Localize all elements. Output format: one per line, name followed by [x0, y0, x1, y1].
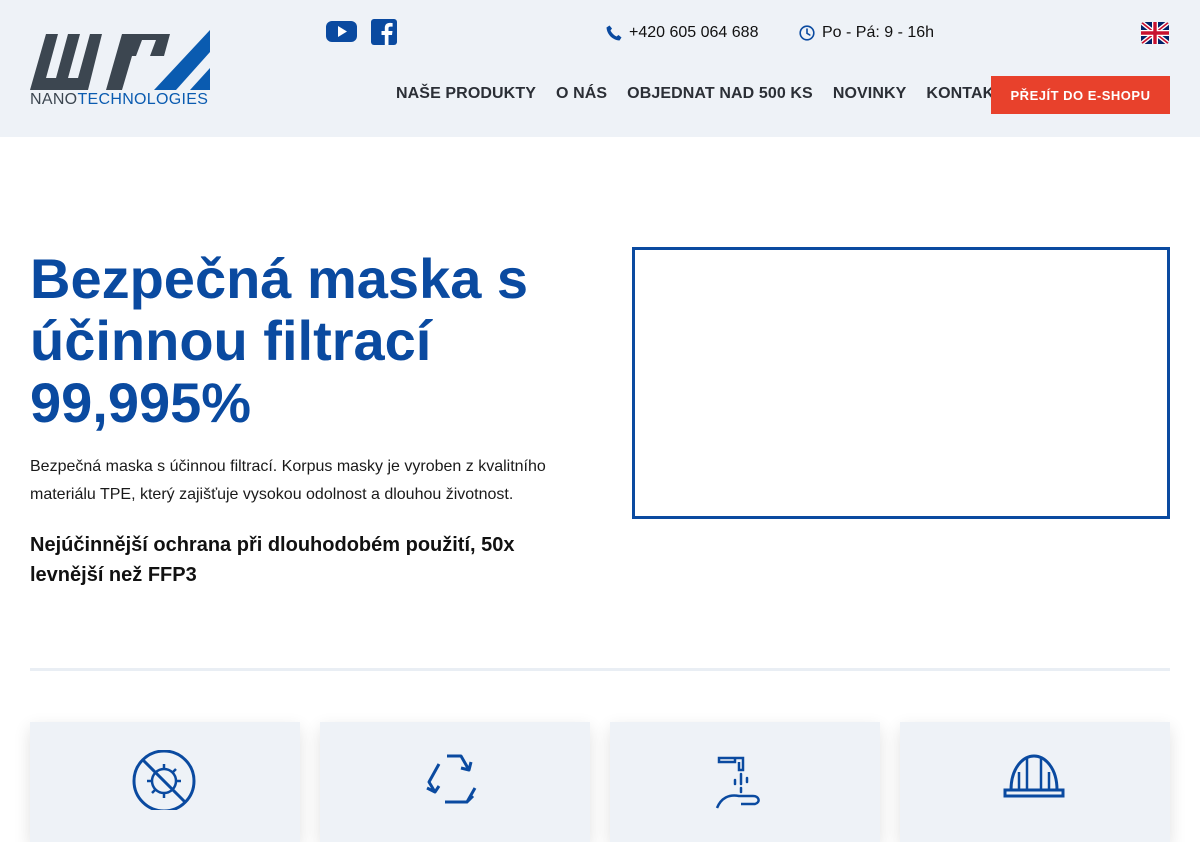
main-navigation: NAŠE PRODUKTY O NÁS OBJEDNAT NAD 500 KS …	[396, 85, 1015, 103]
nav-item-bulk-order[interactable]: OBJEDNAT NAD 500 KS	[627, 85, 813, 103]
clock-icon	[799, 25, 815, 41]
phone-number: +420 605 064 688	[629, 24, 759, 41]
hard-hat-icon	[1003, 754, 1065, 798]
uk-flag-icon	[1141, 22, 1169, 44]
phone-icon	[606, 25, 622, 41]
recycle-icon	[426, 754, 477, 804]
hero-highlight: Nejúčinnější ochrana při dlouhodobém pou…	[30, 534, 515, 586]
section-divider	[30, 668, 1170, 671]
facebook-icon	[371, 19, 397, 45]
youtube-link[interactable]	[326, 19, 357, 48]
hours-text: Po - Pá: 9 - 16h	[822, 24, 935, 41]
no-virus-icon	[132, 750, 196, 810]
logo-mark-icon	[30, 30, 210, 90]
hero-description: Bezpečná maska s účinnou filtrací. Korpu…	[30, 458, 546, 503]
logo-wordmark: NANOTECHNOLOGIES	[30, 91, 209, 108]
eshop-button[interactable]: PŘEJÍT DO E-SHOPU	[991, 76, 1170, 114]
feature-card-durable	[900, 722, 1170, 842]
hand-wash-icon	[715, 756, 760, 809]
nav-item-news[interactable]: NOVINKY	[833, 85, 907, 103]
feature-card-recyclable	[320, 722, 590, 842]
site-header: NANOTECHNOLOGIES +420 605 064 688 Po - P…	[0, 0, 1200, 137]
phone-contact[interactable]: +420 605 064 688	[606, 24, 758, 42]
facebook-link[interactable]	[371, 19, 397, 50]
language-switch-english[interactable]	[1141, 22, 1169, 44]
nav-item-about[interactable]: O NÁS	[556, 85, 607, 103]
feature-card-antiviral	[30, 722, 300, 842]
feature-card-washable	[610, 722, 880, 842]
nav-item-products[interactable]: NAŠE PRODUKTY	[396, 85, 536, 103]
company-logo[interactable]: NANOTECHNOLOGIES	[30, 30, 212, 110]
youtube-icon	[326, 21, 357, 42]
hero-title: Bezpečná maska s účinnou filtrací 99,995…	[30, 247, 529, 434]
video-frame[interactable]	[632, 247, 1170, 519]
opening-hours: Po - Pá: 9 - 16h	[799, 24, 934, 42]
